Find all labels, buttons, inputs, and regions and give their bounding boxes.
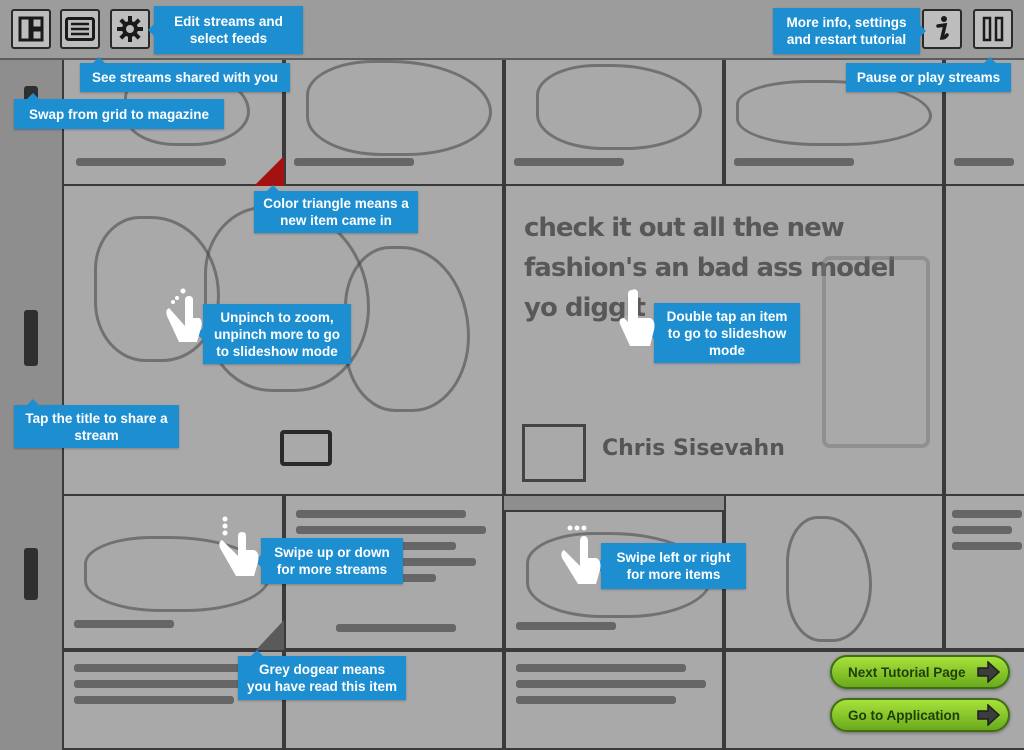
stream-tile[interactable] xyxy=(944,184,1024,496)
callout-swipe-vertical: Swipe up or down for more streams xyxy=(255,538,403,584)
swipe-vertical-hand-icon xyxy=(219,516,259,576)
callout-shared-streams: See streams shared with you xyxy=(80,57,290,92)
callout-more-info: More info, settings and restart tutorial xyxy=(773,8,926,54)
callout-swipe-horizontal: Swipe left or right for more items xyxy=(595,543,746,589)
pause-icon xyxy=(982,16,1004,42)
side-handle[interactable] xyxy=(24,310,38,366)
stream-tile[interactable] xyxy=(504,650,724,750)
callout-color-triangle: Color triangle means a new item came in xyxy=(254,185,418,233)
side-handle[interactable] xyxy=(24,548,38,600)
stream-tile[interactable] xyxy=(724,494,944,650)
pause-button[interactable] xyxy=(973,9,1013,49)
double-tap-hand-icon xyxy=(619,289,655,346)
go-to-application-button[interactable]: Go to Application xyxy=(830,698,1010,732)
callout-pause-play: Pause or play streams xyxy=(846,57,1011,92)
post-author: Chris Sisevahn xyxy=(602,436,785,461)
callout-swap-view: Swap from grid to magazine xyxy=(14,93,224,129)
go-to-application-label: Go to Application xyxy=(848,707,960,723)
arrow-right-icon xyxy=(977,704,1000,726)
callout-tap-title: Tap the title to share a stream xyxy=(14,399,179,448)
info-icon xyxy=(936,16,949,40)
arrow-right-icon xyxy=(977,661,1000,683)
grid-magazine-button[interactable] xyxy=(11,9,51,49)
callout-unpinch: Unpinch to zoom, unpinch more to go to s… xyxy=(197,304,351,364)
callout-double-tap: Double tap an item to go to slideshow mo… xyxy=(648,303,800,363)
unpinch-hand-icon xyxy=(166,288,202,342)
stream-tile[interactable] xyxy=(944,494,1024,650)
next-tutorial-page-button[interactable]: Next Tutorial Page xyxy=(830,655,1010,689)
stream-tile[interactable] xyxy=(284,58,504,186)
gear-icon xyxy=(117,16,143,42)
grid-magazine-icon xyxy=(18,16,44,42)
callout-edit-streams: Edit streams and select feeds xyxy=(148,6,303,54)
swipe-horizontal-hand-icon xyxy=(561,525,601,584)
stream-tile[interactable] xyxy=(504,58,724,186)
stream-list-icon xyxy=(65,17,95,41)
streams-button[interactable] xyxy=(60,9,100,49)
callout-dogear: Grey dogear means you have read this ite… xyxy=(238,650,406,700)
next-tutorial-page-label: Next Tutorial Page xyxy=(848,664,966,680)
